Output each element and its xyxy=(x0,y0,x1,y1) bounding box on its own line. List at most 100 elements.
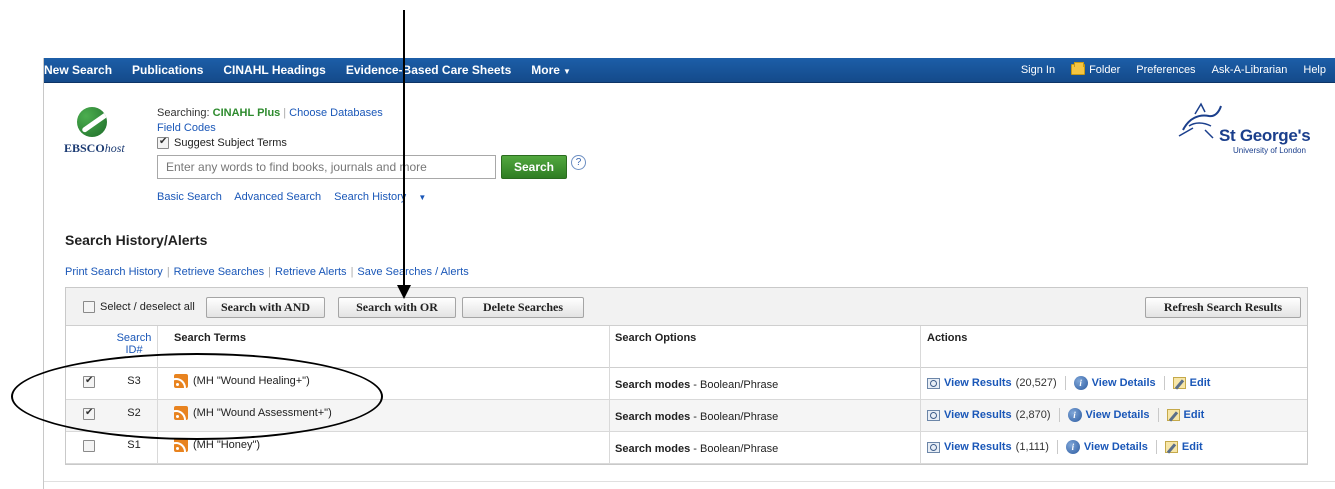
info-icon: i xyxy=(1067,408,1082,422)
history-toolbar: Select / deselect all Search with AND Se… xyxy=(66,288,1307,326)
rss-icon[interactable] xyxy=(174,438,188,452)
search-history-link[interactable]: Search History ▼ xyxy=(334,191,436,203)
nav-preferences[interactable]: Preferences xyxy=(1128,64,1203,76)
search-mode-value: - Boolean/Phrase xyxy=(693,411,779,423)
search-options: Search modes - Boolean/Phrase xyxy=(615,411,778,423)
select-all-label: Select / deselect all xyxy=(100,301,195,313)
retrieve-searches-link[interactable]: Retrieve Searches xyxy=(174,266,265,278)
nav-ask-a-librarian[interactable]: Ask-A-Librarian xyxy=(1204,64,1296,76)
column-divider xyxy=(609,326,610,464)
ebsco-leaf-icon xyxy=(77,107,107,137)
column-header-search-terms: Search Terms xyxy=(174,332,246,344)
nav-more[interactable]: More ▼ xyxy=(521,63,581,77)
search-id: S1 xyxy=(127,439,141,451)
institution-name: St George's xyxy=(1219,126,1311,145)
annotation-arrow xyxy=(403,10,405,286)
nav-help[interactable]: Help xyxy=(1295,64,1334,76)
suggest-subject-terms[interactable]: Suggest Subject Terms xyxy=(157,136,287,149)
edit-icon xyxy=(1164,441,1178,453)
suggest-subject-terms-checkbox[interactable] xyxy=(157,136,169,149)
search-with-and-button[interactable]: Search with AND xyxy=(206,297,325,318)
results-count: (1,111) xyxy=(1015,441,1049,453)
view-results-link[interactable]: View Results xyxy=(944,441,1012,453)
horse-rider-crest-icon xyxy=(1178,102,1222,139)
nav-folder-label: Folder xyxy=(1089,64,1121,76)
nav-publications[interactable]: Publications xyxy=(122,63,213,77)
results-count: (2,870) xyxy=(1015,409,1051,421)
view-results-icon xyxy=(927,377,940,389)
suggest-subject-terms-label: Suggest Subject Terms xyxy=(174,137,287,149)
folder-icon xyxy=(1071,62,1086,75)
ebscohost-wordmark: EBSCOhost xyxy=(64,141,125,155)
nav-new-search[interactable]: New Search xyxy=(44,63,122,77)
row-actions: View Results (2,870) i View Details Edit xyxy=(927,408,1204,422)
select-all-checkbox[interactable] xyxy=(83,301,95,313)
edit-link[interactable]: Edit xyxy=(1190,377,1211,389)
info-icon: i xyxy=(1073,376,1088,390)
delete-searches-button[interactable]: Delete Searches xyxy=(462,297,584,318)
print-search-history-link[interactable]: Print Search History xyxy=(65,266,163,278)
view-results-icon xyxy=(927,441,940,453)
searching-prefix: Searching: xyxy=(157,107,210,119)
search-history-links: Print Search History | Retrieve Searches | R… xyxy=(65,266,469,278)
search-input[interactable] xyxy=(157,155,496,179)
view-details-link[interactable]: View Details xyxy=(1084,441,1148,453)
caret-down-icon: ▼ xyxy=(562,67,571,76)
nav-more-label: More xyxy=(531,63,560,77)
st-georges-logo: St George's University of London xyxy=(1169,100,1319,162)
results-count: (20,527) xyxy=(1015,377,1057,389)
search-with-or-button[interactable]: Search with OR xyxy=(338,297,456,318)
institution-subtitle: University of London xyxy=(1233,146,1306,155)
search-mode-value: - Boolean/Phrase xyxy=(693,379,779,391)
select-all[interactable]: Select / deselect all xyxy=(83,301,195,313)
refresh-search-results-button[interactable]: Refresh Search Results xyxy=(1145,297,1301,318)
search-terms-text: (MH "Honey") xyxy=(193,439,261,451)
nav-cinahl-headings[interactable]: CINAHL Headings xyxy=(213,63,335,77)
footer-strip xyxy=(44,481,1335,489)
help-icon[interactable]: ? xyxy=(571,155,586,170)
edit-link[interactable]: Edit xyxy=(1182,441,1203,453)
search-mode-label: Search modes xyxy=(615,443,691,455)
info-icon: i xyxy=(1065,440,1080,454)
search-button[interactable]: Search xyxy=(501,155,567,179)
search-options: Search modes - Boolean/Phrase xyxy=(615,443,778,455)
choose-databases-link[interactable]: Choose Databases xyxy=(289,107,383,119)
field-codes-link[interactable]: Field Codes xyxy=(157,122,216,134)
annotation-arrow-head xyxy=(397,285,411,299)
column-header-actions: Actions xyxy=(927,332,968,344)
row-actions: View Results (1,111) i View Details Edit xyxy=(927,440,1203,454)
edit-link[interactable]: Edit xyxy=(1184,409,1205,421)
view-results-icon xyxy=(927,409,940,421)
database-name: CINAHL Plus xyxy=(212,107,281,119)
search-history-title: Search History/Alerts xyxy=(65,232,208,248)
column-header-search-id[interactable]: Search ID# xyxy=(111,332,157,356)
column-divider xyxy=(920,326,921,464)
caret-down-icon: ▼ xyxy=(418,193,427,202)
nav-evidence-based-care-sheets[interactable]: Evidence-Based Care Sheets xyxy=(336,63,521,77)
advanced-search-link[interactable]: Advanced Search xyxy=(234,191,321,203)
save-searches-alerts-link[interactable]: Save Searches / Alerts xyxy=(357,266,468,278)
row-checkbox[interactable] xyxy=(83,440,95,452)
retrieve-alerts-link[interactable]: Retrieve Alerts xyxy=(275,266,347,278)
row-actions: View Results (20,527) i View Details Edit xyxy=(927,376,1210,390)
view-details-link[interactable]: View Details xyxy=(1086,409,1150,421)
view-results-link[interactable]: View Results xyxy=(944,377,1012,389)
search-mode-value: - Boolean/Phrase xyxy=(693,443,779,455)
nav-sign-in[interactable]: Sign In xyxy=(1013,64,1063,76)
annotation-circle xyxy=(11,353,383,440)
view-details-link[interactable]: View Details xyxy=(1092,377,1156,389)
search-history-label: Search History xyxy=(334,191,407,203)
top-navigation-bar: New Search Publications CINAHL Headings … xyxy=(44,58,1335,83)
ebscohost-logo[interactable]: EBSCOhost xyxy=(62,107,142,157)
edit-icon xyxy=(1172,377,1186,389)
edit-icon xyxy=(1166,409,1180,421)
search-mode-label: Search modes xyxy=(615,379,691,391)
search-mode-label: Search modes xyxy=(615,411,691,423)
search-options: Search modes - Boolean/Phrase xyxy=(615,379,778,391)
searching-databases: Searching: CINAHL Plus | Choose Databases xyxy=(157,107,383,119)
column-header-search-options: Search Options xyxy=(615,332,697,344)
basic-search-link[interactable]: Basic Search xyxy=(157,191,222,203)
search-terms: (MH "Honey") xyxy=(174,438,260,452)
view-results-link[interactable]: View Results xyxy=(944,409,1012,421)
nav-folder[interactable]: Folder xyxy=(1063,62,1128,76)
